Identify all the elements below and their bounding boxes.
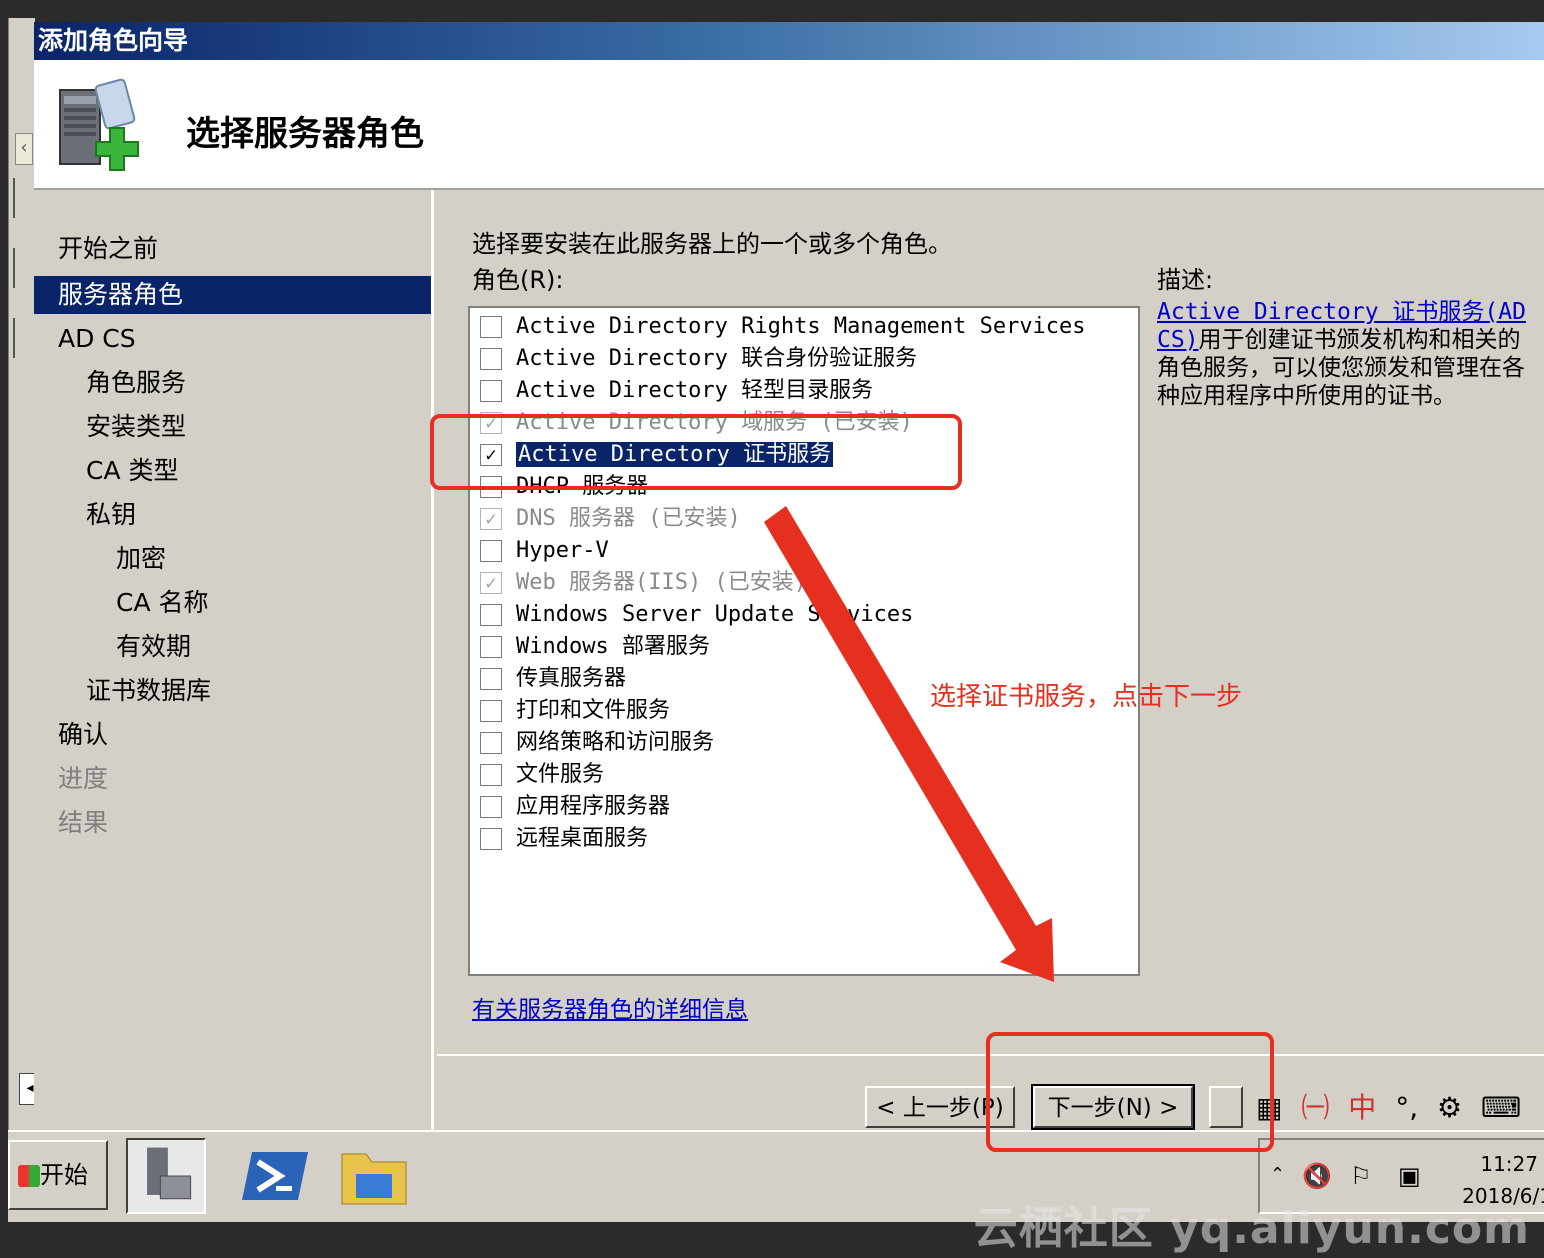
- annotation-arrow-icon: [764, 506, 1054, 982]
